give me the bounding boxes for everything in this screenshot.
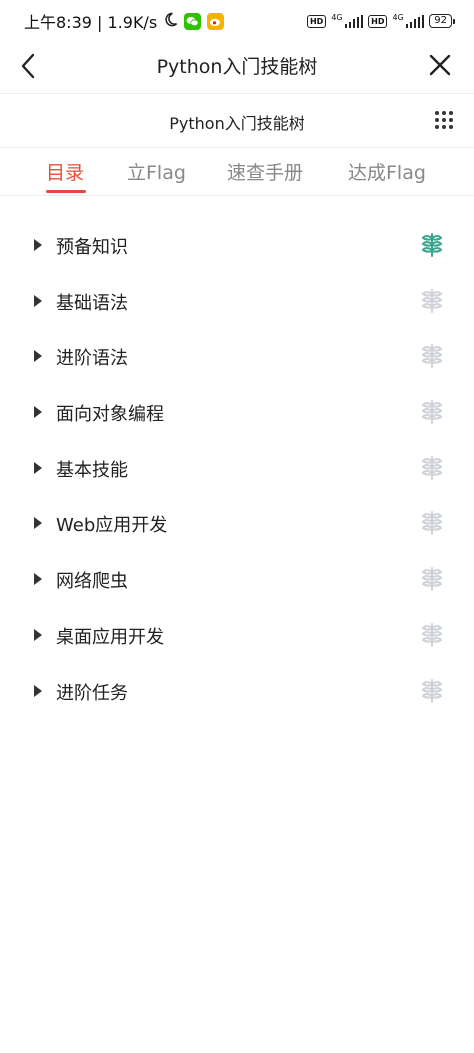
list-item-label: Web应用开发	[56, 515, 168, 537]
skill-tree-icon	[421, 567, 443, 592]
list-item-label: 预备知识	[56, 237, 128, 258]
list-item-label: 进阶语法	[56, 348, 128, 370]
skill-tree-icon	[421, 622, 443, 647]
catalog-list: 预备知识基础语法进阶语法面向对象编程 基本技能 Web应用开发 网络爬虫桌面应用开发进…	[0, 218, 474, 719]
list-item[interactable]: Web应用开发	[0, 496, 474, 552]
skill-tree-icon	[421, 455, 443, 480]
hd-icon-2: HD	[368, 14, 388, 28]
expand-arrow-icon[interactable]	[34, 239, 42, 251]
list-item-label: 面向对象编程	[56, 404, 164, 426]
list-item[interactable]: 网络爬虫	[0, 552, 474, 608]
skill-tree-icon	[421, 344, 443, 369]
page-title: Python入门技能树	[156, 56, 318, 78]
tab-catalog[interactable]: 目录	[46, 158, 84, 185]
list-item-label: 基本技能	[56, 459, 128, 481]
list-item[interactable]: 进阶语法	[0, 329, 474, 385]
moon-icon	[163, 12, 178, 31]
status-time-speed: 上午8:39 | 1.9K/s	[24, 13, 158, 32]
network-type-1: 4G	[331, 12, 343, 22]
list-item[interactable]: 基本技能	[0, 441, 474, 497]
skill-tree-icon	[421, 233, 443, 257]
signal-icon-2	[405, 14, 425, 28]
wechat-icon	[184, 12, 202, 30]
grid-menu-icon[interactable]	[434, 110, 454, 130]
list-item[interactable]: 面向对象编程	[0, 385, 474, 441]
status-bar: 上午8:39 | 1.9K/s HD 4G HD 4G 92	[0, 0, 474, 42]
list-item[interactable]: 预备知识	[0, 218, 474, 274]
expand-arrow-icon[interactable]	[34, 406, 42, 419]
hd-icon: HD	[306, 14, 327, 28]
sub-header-title: Python入门技能树	[169, 114, 305, 133]
list-item-label: 基础语法	[56, 292, 128, 314]
battery-level: 92	[434, 15, 447, 26]
tab-achieved-flag[interactable]: 达成Flag	[348, 158, 426, 185]
skill-tree-icon	[421, 678, 443, 703]
expand-arrow-icon[interactable]	[34, 294, 42, 307]
network-type-2: 4G	[392, 12, 404, 22]
battery-icon: 92	[429, 14, 455, 28]
skill-tree-icon	[421, 288, 443, 313]
tab-bar: 目录 立Flag 速查手册 达成Flag	[0, 148, 474, 196]
expand-arrow-icon[interactable]	[34, 517, 42, 530]
list-item[interactable]: 进阶任务	[0, 664, 474, 720]
nav-bar: Python入门技能树	[0, 42, 474, 94]
list-item[interactable]: 桌面应用开发	[0, 608, 474, 664]
tab-quick-reference[interactable]: 速查手册	[227, 158, 303, 185]
skill-tree-icon	[421, 511, 443, 536]
status-right: HD 4G HD 4G 92	[306, 12, 455, 28]
expand-arrow-icon[interactable]	[34, 350, 42, 363]
skill-tree-icon	[421, 400, 443, 425]
expand-arrow-icon[interactable]	[34, 461, 42, 474]
list-item-label: 桌面应用开发	[56, 626, 164, 648]
close-icon[interactable]	[424, 50, 456, 82]
tab-set-flag[interactable]: 立Flag	[127, 158, 186, 185]
list-item-label: 进阶任务	[56, 682, 128, 704]
expand-arrow-icon[interactable]	[34, 628, 42, 641]
active-tab-indicator	[46, 190, 86, 193]
weibo-icon	[207, 12, 225, 30]
expand-arrow-icon[interactable]	[34, 573, 42, 586]
list-item[interactable]: 基础语法	[0, 274, 474, 330]
status-left: 上午8:39 | 1.9K/s	[24, 9, 225, 33]
sub-header: Python入门技能树	[0, 94, 474, 148]
signal-icon	[344, 14, 364, 28]
expand-arrow-icon[interactable]	[34, 684, 42, 697]
list-item-label: 网络爬虫	[56, 571, 128, 593]
